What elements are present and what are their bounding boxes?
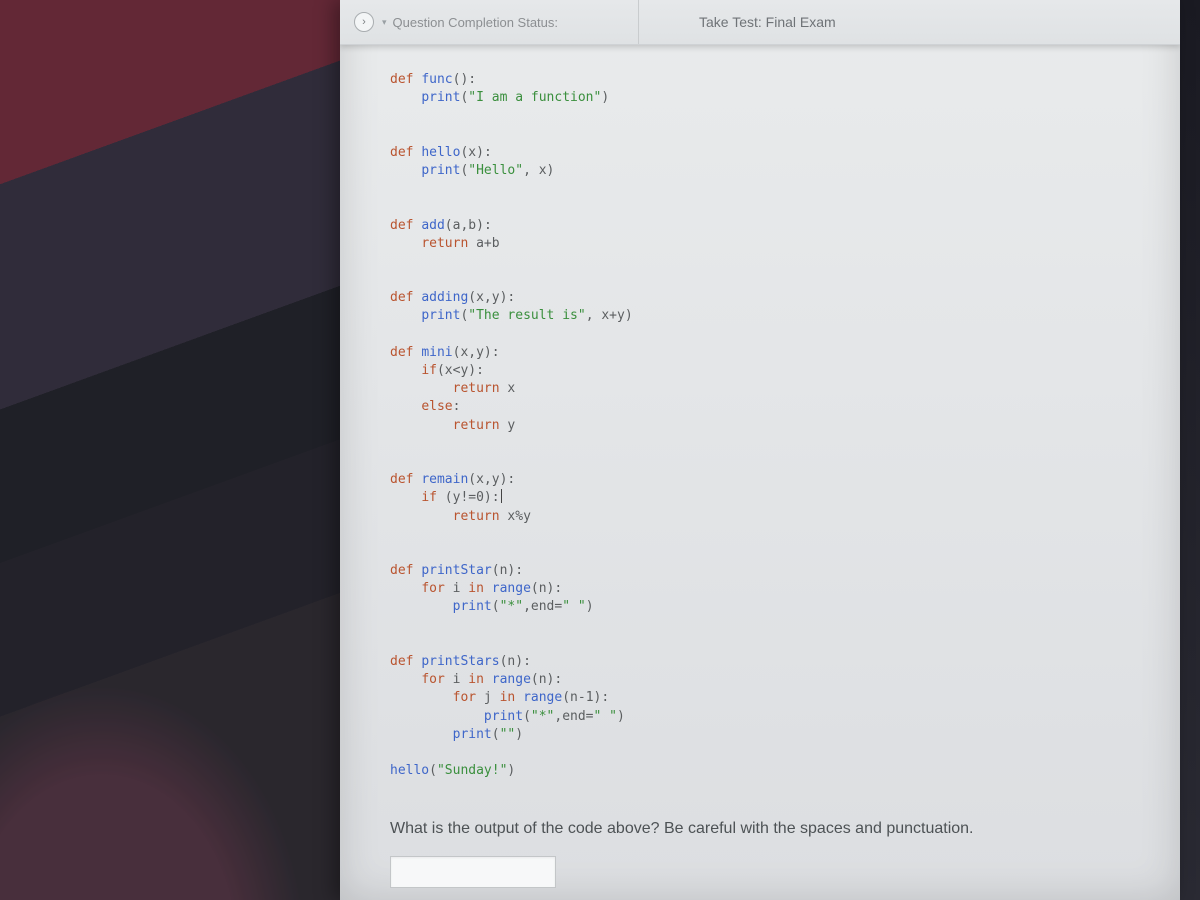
answer-input[interactable] [390,856,556,888]
kw-def: def [390,72,413,87]
photo-background-left [0,0,340,900]
top-bar: › ▾ Question Completion Status: Take Tes… [340,0,1180,45]
fn-func: func [421,72,452,87]
question-prompt: What is the output of the code above? Be… [390,820,1140,838]
completion-status-segment[interactable]: › ▾ Question Completion Status: [340,0,639,44]
completion-status-label: Question Completion Status: [393,15,558,30]
call-hello: hello [390,763,429,778]
page-title-text: Take Test: Final Exam [699,14,836,30]
caret-down-icon: ▾ [382,17,387,28]
fn-printstars: printStars [421,654,499,669]
fn-hello: hello [421,145,460,160]
photo-background-right [1180,0,1200,900]
call-print: print [421,90,460,105]
fn-remain: remain [421,472,468,487]
code-block: def func(): print("I am a function") def… [390,71,1140,780]
text-cursor [501,489,502,503]
fn-add: add [421,218,444,233]
fn-printstar: printStar [421,563,491,578]
page-title: Take Test: Final Exam [639,0,1180,44]
question-content: def func(): print("I am a function") def… [340,45,1180,900]
fn-adding: adding [421,290,468,305]
forward-icon[interactable]: › [354,12,374,32]
fn-mini: mini [421,345,452,360]
exam-screen: › ▾ Question Completion Status: Take Tes… [340,0,1180,900]
